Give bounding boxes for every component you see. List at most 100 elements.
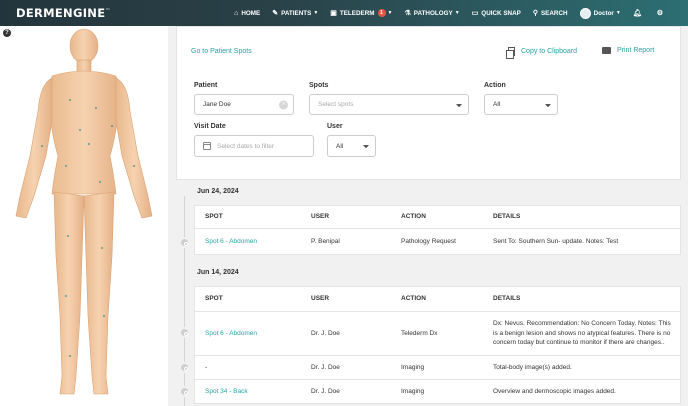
body-map[interactable] [0,26,168,406]
clear-icon[interactable]: × [279,100,288,109]
spot-link[interactable]: Spot 34 - Back [205,387,248,397]
body-left-arm[interactable] [15,77,53,219]
go-to-patient-spots-link[interactable]: Go to Patient Spots [191,48,252,55]
action-cell: Imaging [401,387,425,395]
telederm-icon: ▣ [330,10,337,17]
spot-link[interactable]: Spot 6 - Abdomen [205,237,257,247]
spot-marker[interactable] [65,165,67,167]
body-left-leg[interactable] [53,191,85,395]
nav-user-menu[interactable]: Doctor ▼ [574,0,627,26]
spot-marker[interactable] [133,165,135,167]
nav-search[interactable]: ⚲ SEARCH [527,0,574,26]
spot-marker[interactable] [65,295,67,297]
chevron-down-icon [456,103,462,107]
table-row: Spot 6 - Abdomen P. Benipal Pathology Re… [195,228,680,254]
spot-marker[interactable] [103,315,105,317]
nav-pathology[interactable]: ⚗ PATHOLOGY ▼ [398,0,465,26]
activity-table: SPOT USER ACTION DETAILS Spot 6 - Abdome… [194,205,681,255]
body-right-arm[interactable] [115,77,153,219]
action-label: Action [484,82,506,89]
date-heading: Jun 24, 2024 [197,188,239,195]
calendar-icon [203,142,211,150]
user-cell: Dr. J. Doe [311,387,340,395]
spot-marker[interactable] [79,129,81,131]
spot-marker[interactable] [95,107,97,109]
spot-marker[interactable] [69,99,71,101]
top-nav: DERMENGINE™ ⌂ HOME ✎ PATIENTS ▼ ▣ TELEDERM 1 ▼… [0,0,688,26]
microscope-icon: ⚗ [404,10,411,17]
details-cell: Total-body image(s) added. [493,363,572,371]
nav-notifications[interactable]: 🔔︎ [627,0,651,26]
timeline-line [184,196,185,406]
nav-items: ⌂ HOME ✎ PATIENTS ▼ ▣ TELEDERM 1 ▼ ⚗ PATHOLOGY ▼… [228,0,672,26]
patient-field[interactable]: Jane Doe × [194,94,294,115]
action-select[interactable]: All [484,94,558,115]
user-cell: Dr. J. Doe [311,363,340,371]
spot-marker[interactable] [67,235,69,237]
patient-label: Patient [194,82,218,89]
spots-select[interactable]: Select spots [309,94,469,115]
user-select[interactable]: All [327,135,376,157]
patients-icon: ✎ [272,10,279,17]
timeline-camera-icon [179,386,190,397]
activity-table: SPOT USER ACTION DETAILS Spot 6 - Abdome… [194,286,681,404]
spot-link[interactable]: Spot 6 - Abdomen [205,329,257,339]
spots-label: Spots [309,82,329,89]
spot-cell: - [205,363,208,371]
body-neck[interactable] [76,59,92,73]
timeline-eye-icon [179,327,190,338]
search-icon: ⚲ [532,10,538,17]
spot-marker[interactable] [41,145,43,147]
chevron-down-icon: ▼ [387,10,393,16]
chevron-down-icon [545,103,551,107]
brand-logo[interactable]: DERMENGINE™ [16,6,111,20]
column-header-details: DETAILS [493,213,521,221]
bell-icon: 🔔︎ [632,10,642,17]
table-header: SPOT USER ACTION DETAILS [195,206,680,228]
date-heading: Jun 14, 2024 [197,269,239,276]
spot-marker[interactable] [69,355,71,357]
user-label: User [327,123,343,130]
timeline-camera-icon [179,362,190,373]
details-header: DETAILS [493,295,521,303]
body-right-leg[interactable] [83,191,115,395]
chevron-down-icon: ▼ [615,10,621,16]
avatar [579,7,591,19]
column-header-user: USER [311,213,330,221]
table-row: - Dr. J. Doe Imaging Total-body image(s)… [195,355,680,379]
body-head[interactable] [69,28,99,64]
column-header-spot: SPOT [205,295,223,303]
action-cell: Pathology Request [401,237,456,245]
nav-settings[interactable]: ⚙ [651,0,672,26]
user-cell: P. Benipal [311,237,340,245]
details-cell: Sent To: Southern Sun- update. Notes: Te… [493,237,619,245]
nav-quick-snap[interactable]: ▭ QUICK SNAP [466,0,527,26]
visit-date-picker[interactable]: Select dates to filter [194,135,314,157]
nav-home[interactable]: ⌂ HOME [228,0,266,26]
user-cell: Dr. J. Doe [311,329,340,337]
filter-card: Go to Patient Spots Copy to Clipboard Pr… [176,26,681,180]
copy-to-clipboard-button[interactable]: Copy to Clipboard [506,47,577,59]
chevron-down-icon: ▼ [313,10,319,16]
camera-icon: ▭ [471,10,479,17]
spot-marker[interactable] [101,247,103,249]
spot-marker[interactable] [88,143,90,145]
table-row: Spot 34 - Back Dr. J. Doe Imaging Overvi… [195,379,680,403]
home-icon: ⌂ [234,9,239,17]
telederm-badge: 1 [377,9,386,17]
spot-marker[interactable] [99,181,101,183]
chevron-down-icon [363,145,369,149]
body-map-panel: ? [0,26,168,406]
nav-patients[interactable]: ✎ PATIENTS ▼ [266,0,324,26]
column-header-spot: SPOT [205,213,223,221]
body-torso[interactable] [47,70,121,195]
details-cell: Dx: Nevus. Recommendation: No Concern To… [493,320,671,347]
nav-telederm[interactable]: ▣ TELEDERM 1 ▼ [324,0,398,26]
details-cell: Overview and dermoscopic images added. [493,387,616,395]
printer-icon [602,47,611,54]
visit-date-label: Visit Date [194,123,226,130]
print-report-button[interactable]: Print Report [602,47,654,54]
spot-marker[interactable] [111,125,113,127]
table-row: Spot 6 - Abdomen Dr. J. Doe Telederm Dx … [195,311,680,355]
action-cell: Telederm Dx [401,329,438,337]
